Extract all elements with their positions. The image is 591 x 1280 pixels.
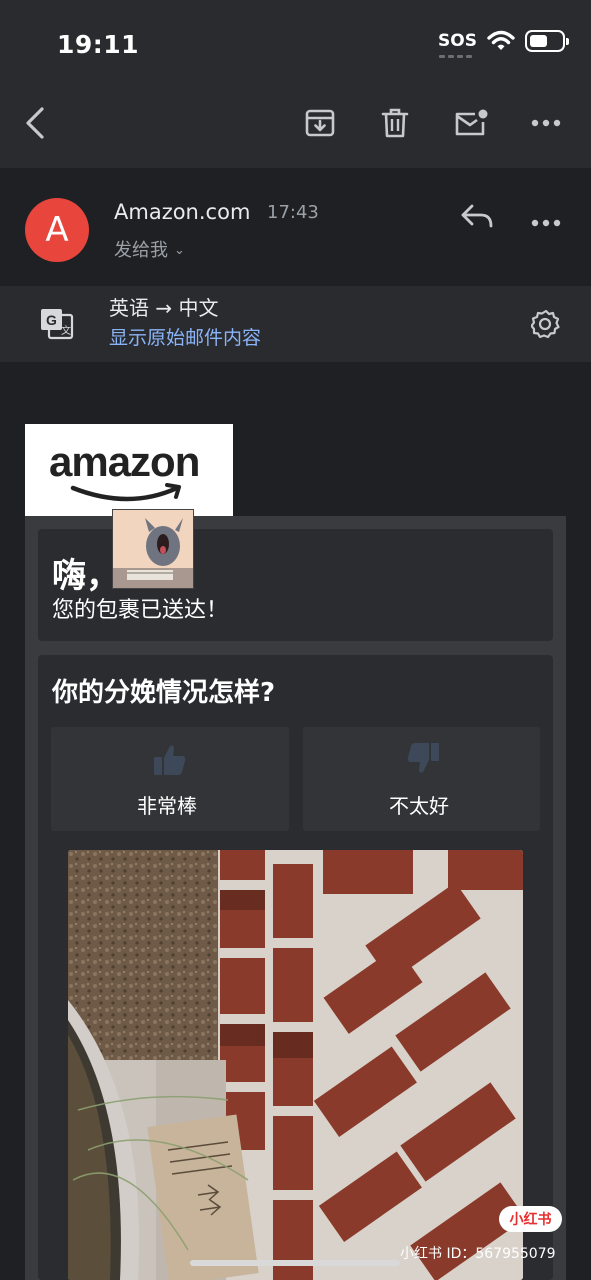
delivery-photo xyxy=(68,850,523,1280)
translate-languages: 英语 → 中文 xyxy=(109,296,219,320)
more-icon[interactable] xyxy=(531,212,561,231)
recipient-label: 发给我 xyxy=(114,240,168,261)
rate-bad-label: 不太好 xyxy=(389,794,449,818)
xiaohongshu-badge: 小红书 xyxy=(499,1206,562,1232)
email-time: 17:43 xyxy=(267,202,319,223)
show-original-link[interactable]: 显示原始邮件内容 xyxy=(109,323,261,350)
signal-dots xyxy=(439,55,473,58)
wifi-icon xyxy=(487,30,515,50)
reply-icon[interactable] xyxy=(460,202,494,234)
chevron-down-icon: ⌄ xyxy=(174,243,185,258)
sos-indicator: SOS xyxy=(438,31,477,58)
status-time: 19:11 xyxy=(57,30,140,59)
amazon-logo: amazon xyxy=(25,424,233,516)
greeting-subtitle: 您的包裹已送达！ xyxy=(52,598,229,623)
settings-icon[interactable] xyxy=(530,309,561,343)
archive-icon[interactable] xyxy=(301,104,339,142)
watermark-id: 小红书 ID：567955079 xyxy=(400,1246,556,1262)
translate-bar xyxy=(0,286,591,362)
status-bar-right: SOS xyxy=(438,30,569,58)
battery-icon xyxy=(525,30,569,52)
feedback-question: 你的分娩情况怎样? xyxy=(52,678,276,708)
recipient-toggle[interactable]: 发给我 ⌄ xyxy=(114,236,185,262)
home-indicator[interactable] xyxy=(190,1260,400,1266)
app-top-bar xyxy=(0,0,591,168)
more-icon[interactable] xyxy=(527,104,565,142)
translate-icon: G 文 xyxy=(39,307,75,345)
greeting-title: 嗨， xyxy=(52,556,120,596)
sos-label: SOS xyxy=(438,31,477,51)
svg-text:文: 文 xyxy=(61,324,71,337)
amazon-smile-icon xyxy=(70,483,181,502)
thumbs-down-icon xyxy=(405,740,441,780)
rate-good-label: 非常棒 xyxy=(137,794,197,818)
back-icon[interactable] xyxy=(16,104,54,142)
meme-sticker-image xyxy=(112,509,194,589)
thumbs-up-icon xyxy=(152,742,188,782)
svg-text:G: G xyxy=(46,312,57,328)
trash-icon[interactable] xyxy=(376,104,414,142)
mark-unread-icon[interactable] xyxy=(452,104,490,142)
sender-avatar[interactable]: A xyxy=(25,198,89,262)
sender-name: Amazon.com xyxy=(114,200,251,224)
